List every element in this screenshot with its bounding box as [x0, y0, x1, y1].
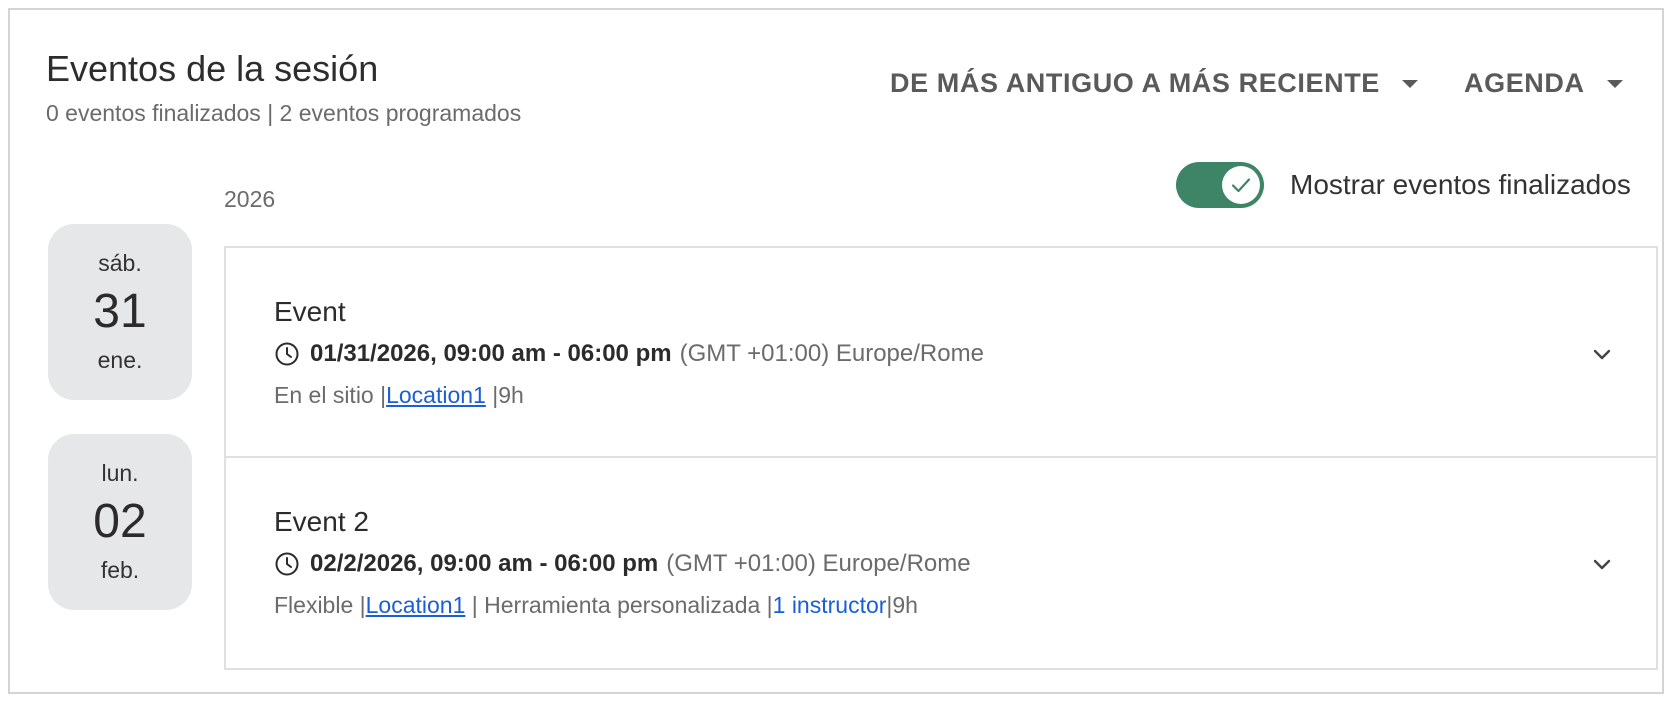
chevron-down-icon[interactable]	[1590, 552, 1614, 576]
events-list: Event 01/31/2026, 09:00 am - 06:00 pm (G…	[224, 246, 1658, 670]
event-datetime: 02/2/2026, 09:00 am - 06:00 pm	[310, 550, 659, 577]
event-duration: 9h	[498, 382, 524, 408]
date-month: feb.	[100, 557, 140, 583]
event-tool: | Herramienta personalizada |	[465, 592, 773, 618]
chevron-down-icon[interactable]	[1590, 342, 1614, 366]
page-title: Eventos de la sesión	[46, 48, 379, 89]
location-link[interactable]: Location1	[366, 592, 466, 619]
date-day: 02	[93, 495, 147, 548]
location-link[interactable]: Location1	[386, 382, 486, 409]
event-timezone: (GMT +01:00) Europe/Rome	[666, 550, 971, 577]
event-time: 02/2/2026, 09:00 am - 06:00 pm (GMT +01:…	[274, 550, 971, 578]
event-name: Event	[274, 296, 346, 327]
events-summary: 0 eventos finalizados | 2 eventos progra…	[46, 100, 522, 126]
event-duration: 9h	[892, 592, 918, 618]
event-timezone: (GMT +01:00) Europe/Rome	[679, 340, 984, 367]
show-finished-toggle[interactable]	[1176, 162, 1264, 208]
date-day: 31	[93, 285, 147, 338]
event-time: 01/31/2026, 09:00 am - 06:00 pm (GMT +01…	[274, 340, 984, 368]
event-datetime: 01/31/2026, 09:00 am - 06:00 pm	[310, 340, 672, 367]
show-finished-label: Mostrar eventos finalizados	[1290, 169, 1631, 200]
date-weekday: lun.	[101, 460, 139, 486]
caret-down-icon	[1401, 79, 1418, 88]
event-mode: En el sitio |	[274, 382, 387, 408]
clock-icon	[274, 551, 300, 577]
clock-icon	[274, 341, 300, 367]
event-mode: Flexible |	[274, 592, 366, 618]
event-row[interactable]: Event 01/31/2026, 09:00 am - 06:00 pm (G…	[226, 248, 1656, 458]
sort-order-label: DE MÁS ANTIGUO A MÁS RECIENTE	[890, 68, 1380, 98]
instructors-link[interactable]: 1 instructor	[773, 592, 887, 619]
check-icon	[1231, 178, 1251, 193]
date-weekday: sáb.	[98, 250, 142, 276]
date-month: ene.	[97, 347, 143, 373]
view-mode-dropdown[interactable]: AGENDA	[1464, 68, 1623, 99]
date-tile: lun. 02 feb.	[48, 434, 192, 610]
view-mode-label: AGENDA	[1464, 68, 1585, 98]
caret-down-icon	[1606, 79, 1623, 88]
event-meta: En el sitio | Location1 | 9h	[274, 382, 524, 409]
sort-order-dropdown[interactable]: DE MÁS ANTIGUO A MÁS RECIENTE	[890, 68, 1418, 99]
date-tile: sáb. 31 ene.	[48, 224, 192, 400]
year-label: 2026	[224, 186, 276, 212]
event-meta: Flexible | Location1 | Herramienta person…	[274, 592, 918, 619]
session-events-panel: Eventos de la sesión 0 eventos finalizad…	[8, 8, 1664, 694]
event-row[interactable]: Event 2 02/2/2026, 09:00 am - 06:00 pm (…	[226, 458, 1656, 668]
toggle-knob	[1222, 166, 1260, 204]
event-name: Event 2	[274, 506, 369, 537]
show-finished-toggle-group: Mostrar eventos finalizados	[1176, 162, 1631, 208]
separator: |	[485, 382, 499, 408]
